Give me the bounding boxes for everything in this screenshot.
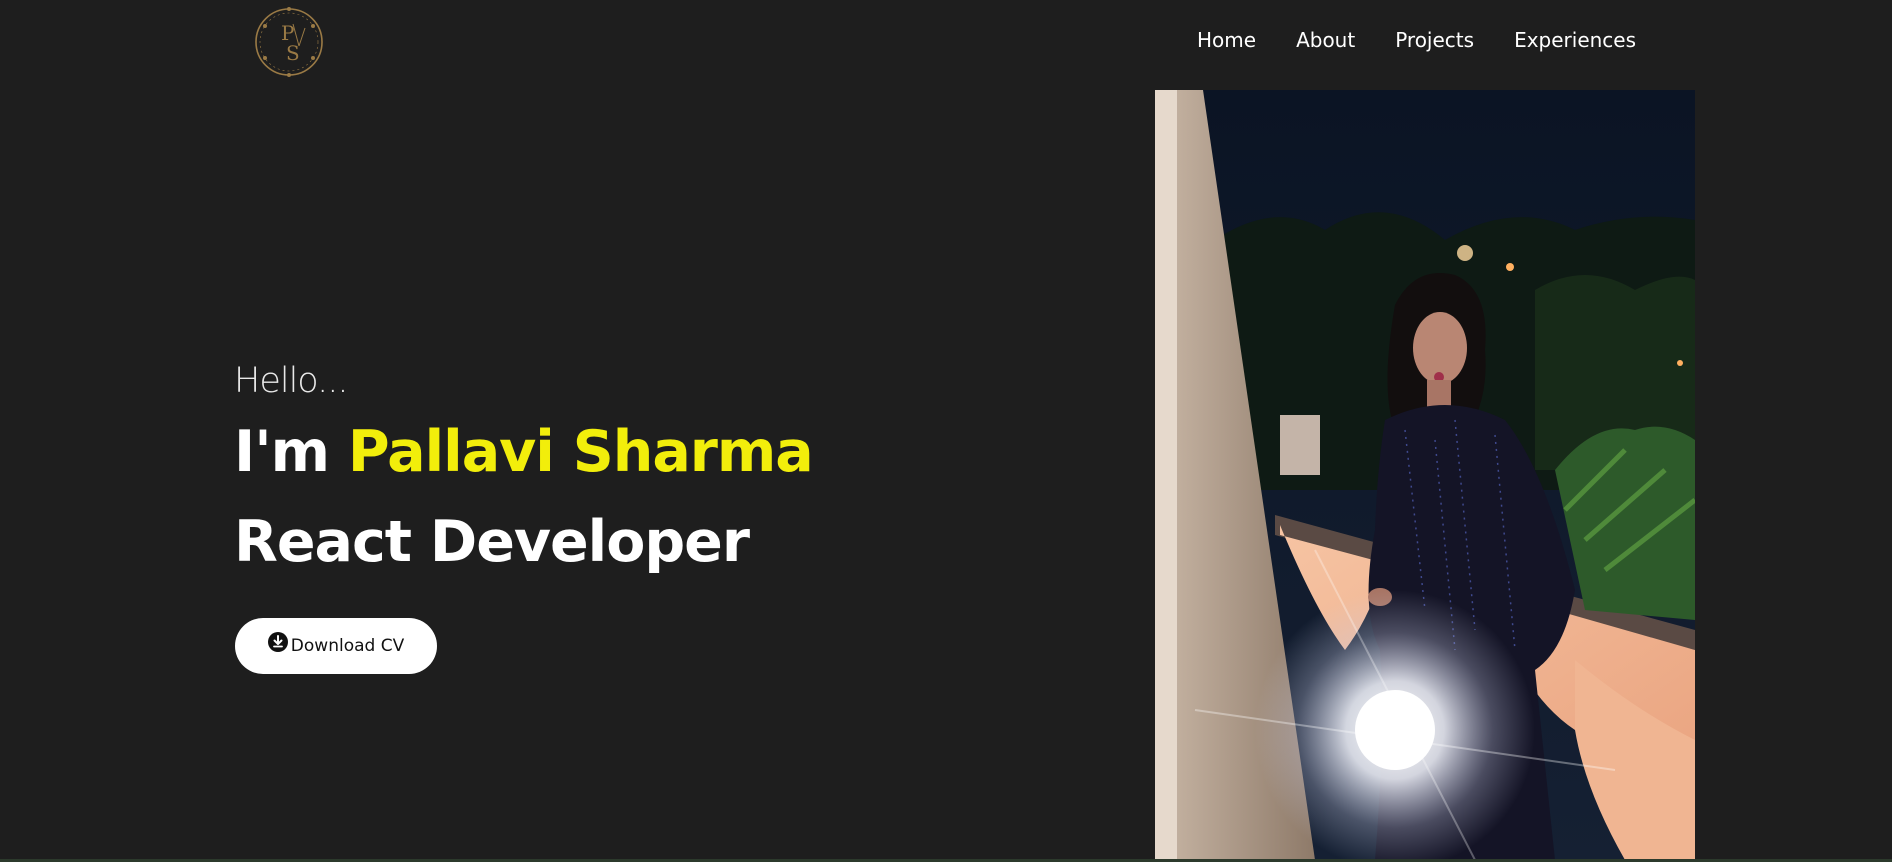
nav-about-link[interactable]: About [1296, 24, 1355, 56]
download-cv-label: Download CV [290, 636, 405, 656]
hero-name: Pallavi Sharma [347, 419, 814, 485]
nav-projects-link[interactable]: Projects [1395, 24, 1474, 56]
page: P S Home About Projects Experiences Hell… [0, 0, 1892, 862]
hero-intro: I'm Pallavi Sharma [234, 414, 814, 490]
profile-photo [1155, 90, 1695, 860]
ps-monogram-icon: P S [255, 7, 323, 77]
svg-text:S: S [286, 41, 300, 65]
nav-experiences-link[interactable]: Experiences [1514, 24, 1636, 56]
ps-logo[interactable]: P S [253, 6, 325, 78]
download-cv-button[interactable]: Download CV [235, 618, 437, 674]
hero-greeting: Hello... [234, 361, 348, 401]
main-nav: Home About Projects Experiences [1180, 24, 1636, 56]
nav-home-link[interactable]: Home [1197, 24, 1256, 56]
hero-intro-prefix: I'm [234, 419, 348, 485]
download-circle-icon [267, 632, 288, 652]
hero-role: React Developer [234, 509, 750, 575]
